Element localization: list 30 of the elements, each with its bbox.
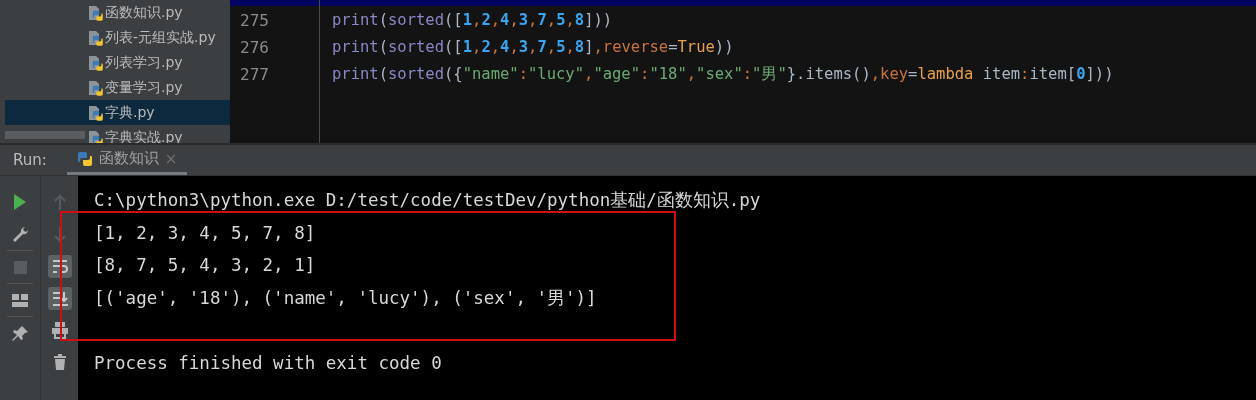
file-item[interactable]: 列表-元组实战.py xyxy=(5,25,230,50)
exit-message: Process finished with exit code 0 xyxy=(94,351,443,375)
soft-wrap-icon[interactable] xyxy=(47,254,72,278)
code-line: print(sorted({"name":"lucy","age":"18","sex":"男"}.items(),key=lambda item:item[0])) xyxy=(332,64,1115,85)
python-file-icon xyxy=(87,29,104,46)
pin-icon[interactable] xyxy=(11,324,29,342)
file-item[interactable]: 列表学习.py xyxy=(5,50,230,75)
file-item[interactable]: 字典.py xyxy=(5,100,230,125)
python-icon xyxy=(76,150,93,167)
line-number: 275 xyxy=(240,10,270,32)
layout-icon[interactable] xyxy=(11,291,29,309)
file-item[interactable]: 函数知识.py xyxy=(5,0,230,25)
python-file-icon xyxy=(87,129,104,143)
line-number: 276 xyxy=(240,37,270,59)
command-line: C:\python3\python.exe D:/test/code/testDev/python基础/函数知识.py xyxy=(94,189,762,212)
python-file-icon xyxy=(87,54,104,71)
panel-label: Run: xyxy=(13,151,47,169)
python-file-icon xyxy=(87,4,104,21)
code-line: print(sorted([1,2,4,3,7,5,8])) xyxy=(332,10,614,31)
python-file-icon xyxy=(87,79,104,96)
output-line: [8, 7, 5, 4, 3, 2, 1] xyxy=(94,254,317,277)
line-number: 277 xyxy=(240,64,270,86)
scroll-to-end-icon[interactable] xyxy=(47,286,72,310)
python-file-icon xyxy=(87,104,104,121)
scrollbar-thumb[interactable] xyxy=(5,131,85,139)
file-item[interactable]: 变量学习.py xyxy=(5,75,230,100)
wrench-icon[interactable] xyxy=(11,225,29,243)
output-line: [1, 2, 3, 4, 5, 7, 8] xyxy=(94,221,317,245)
code-line: print(sorted([1,2,4,3,7,5,8],reverse=True)) xyxy=(332,37,735,58)
output-line: [('age', '18'), ('name', 'lucy'), ('sex', '男')] xyxy=(94,286,598,310)
